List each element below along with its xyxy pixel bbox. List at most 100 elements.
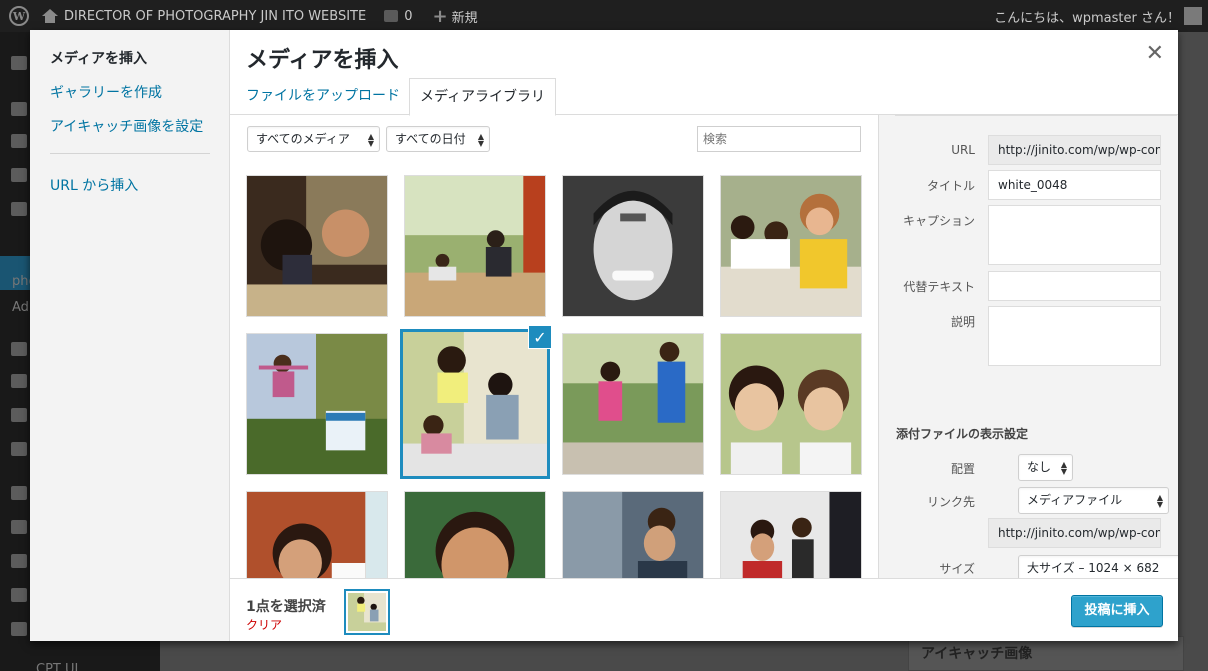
attachment-thumbnail[interactable] <box>404 175 546 317</box>
attachment-thumbnail[interactable] <box>562 491 704 578</box>
chevron-down-icon: ▼ <box>1060 467 1067 476</box>
size-select[interactable]: 大サイズ – 1024 × 682 ▲ ▼ <box>1018 555 1178 578</box>
attachments-grid: ✓ <box>230 165 878 578</box>
tools-icon <box>11 588 27 602</box>
date-filter-value: すべての日付 <box>395 132 466 146</box>
link-to-label: リンク先 <box>926 495 975 509</box>
photo-icon <box>403 332 547 476</box>
caption-field[interactable] <box>988 205 1161 265</box>
attachment-thumbnail[interactable] <box>246 333 388 475</box>
details-divider <box>895 115 1177 116</box>
comments-icon <box>11 202 27 216</box>
greeting-text: こんにちは、wpmaster さん！ <box>994 10 1180 26</box>
admin-bar: W DIRECTOR OF PHOTOGRAPHY JIN ITO WEBSIT… <box>0 0 1208 32</box>
attachment-thumbnail[interactable] <box>562 175 704 317</box>
selection-count: 1点を選択済 <box>246 599 326 615</box>
avatar[interactable] <box>1184 7 1202 25</box>
link-to-select[interactable]: メディアファイル ▲ ▼ <box>1018 487 1169 514</box>
attachment-thumbnail[interactable] <box>404 491 546 578</box>
comments-count: 0 <box>404 8 413 24</box>
media-router-menu: メディアを挿入 ギャラリーを作成 アイキャッチ画像を設定 URL から挿入 <box>30 30 230 641</box>
alignment-value: なし <box>1027 460 1052 474</box>
attachment-thumbnail[interactable] <box>562 333 704 475</box>
selected-attachment-thumbnail[interactable] <box>344 589 390 635</box>
media-icon <box>11 134 27 148</box>
plugin-icon <box>11 520 27 534</box>
title-label: タイトル <box>926 179 975 193</box>
clear-selection-link[interactable]: クリア <box>246 616 282 633</box>
size-label: サイズ <box>939 562 975 576</box>
media-toolbar: 1点を選択済 クリア 投稿に挿入 <box>230 578 1178 641</box>
pin-icon <box>11 374 27 388</box>
photo-icon <box>563 176 703 316</box>
chevron-down-icon: ▼ <box>1156 500 1163 509</box>
title-field[interactable]: white_0048 <box>988 170 1161 200</box>
attachment-thumbnail-selected[interactable] <box>400 329 550 479</box>
checkmark-icon[interactable]: ✓ <box>528 325 552 349</box>
size-value: 大サイズ – 1024 × 682 <box>1027 561 1160 575</box>
brush-icon <box>11 486 27 500</box>
menu-text-cpt: CPT UI <box>36 662 79 671</box>
attachment-thumbnail[interactable] <box>246 491 388 578</box>
photo-icon <box>721 176 861 316</box>
url-field[interactable]: http://jinito.com/wp/wp-cont <box>988 135 1161 165</box>
dashboard-icon <box>11 56 27 70</box>
tab-media-library[interactable]: メディアライブラリ <box>409 78 557 116</box>
pages-icon <box>11 168 27 182</box>
alt-text-field[interactable] <box>988 271 1161 301</box>
search-input[interactable] <box>697 126 861 152</box>
home-icon <box>42 9 58 23</box>
link-url-field[interactable]: http://jinito.com/wp/wp-cont <box>988 518 1161 548</box>
menu-insert-media[interactable]: メディアを挿入 <box>50 48 147 68</box>
photo-icon <box>563 334 703 474</box>
new-content-menu[interactable]: + 新規 <box>420 0 485 32</box>
menu-separator <box>50 153 210 154</box>
close-icon[interactable]: ✕ <box>1146 43 1164 65</box>
wp-logo-menu[interactable]: W <box>0 0 38 32</box>
wordpress-icon: W <box>9 6 29 26</box>
pin-icon <box>11 408 27 422</box>
new-label: 新規 <box>451 10 478 26</box>
chevron-down-icon: ▼ <box>477 139 484 148</box>
featured-image-title: アイキャッチ画像 <box>921 646 1033 662</box>
description-field[interactable] <box>988 306 1161 366</box>
photo-icon <box>247 334 387 474</box>
plus-icon: + <box>432 5 448 27</box>
media-type-filter[interactable]: すべてのメディア ▲ ▼ <box>247 126 380 152</box>
comments-link[interactable]: 0 <box>374 0 420 32</box>
featured-image-box: アイキャッチ画像 <box>908 636 1184 671</box>
url-label: URL <box>951 143 975 157</box>
attachment-details: URL http://jinito.com/wp/wp-cont タイトル wh… <box>878 115 1178 578</box>
photo-icon <box>563 492 703 578</box>
menu-create-gallery[interactable]: ギャラリーを作成 <box>50 82 162 102</box>
attachment-thumbnail[interactable] <box>246 175 388 317</box>
photo-icon <box>247 176 387 316</box>
alignment-label: 配置 <box>950 462 975 476</box>
site-title: DIRECTOR OF PHOTOGRAPHY JIN ITO WEBSITE <box>64 8 367 24</box>
display-settings-header: 添付ファイルの表示設定 <box>896 427 1029 441</box>
attachment-thumbnail[interactable] <box>720 491 862 578</box>
date-filter[interactable]: すべての日付 ▲ ▼ <box>386 126 490 152</box>
caption-label: キャプション <box>902 214 975 228</box>
menu-text-add: Ad <box>12 300 29 315</box>
description-label: 説明 <box>950 315 975 329</box>
photo-icon <box>721 492 861 578</box>
media-tabs: ファイルをアップロード メディアライブラリ <box>230 78 1178 116</box>
photo-icon <box>405 176 545 316</box>
photo-icon <box>247 492 387 578</box>
my-account-menu[interactable]: こんにちは、wpmaster さん！ <box>994 0 1180 32</box>
menu-insert-from-url[interactable]: URL から挿入 <box>50 175 138 195</box>
pin-icon <box>11 342 27 356</box>
insert-into-post-button[interactable]: 投稿に挿入 <box>1071 595 1163 627</box>
site-name-link[interactable]: DIRECTOR OF PHOTOGRAPHY JIN ITO WEBSITE <box>38 0 374 32</box>
attachment-thumbnail[interactable] <box>720 175 862 317</box>
modal-title: メディアを挿入 <box>246 48 399 73</box>
attachment-thumbnail[interactable] <box>720 333 862 475</box>
tab-upload-files[interactable]: ファイルをアップロード <box>236 78 410 115</box>
alt-text-label: 代替テキスト <box>903 280 975 294</box>
chevron-down-icon: ▼ <box>367 139 374 148</box>
media-type-filter-value: すべてのメディア <box>256 132 350 146</box>
photo-icon <box>405 492 545 578</box>
menu-set-featured-image[interactable]: アイキャッチ画像を設定 <box>50 116 203 136</box>
alignment-select[interactable]: なし ▲ ▼ <box>1018 454 1073 481</box>
